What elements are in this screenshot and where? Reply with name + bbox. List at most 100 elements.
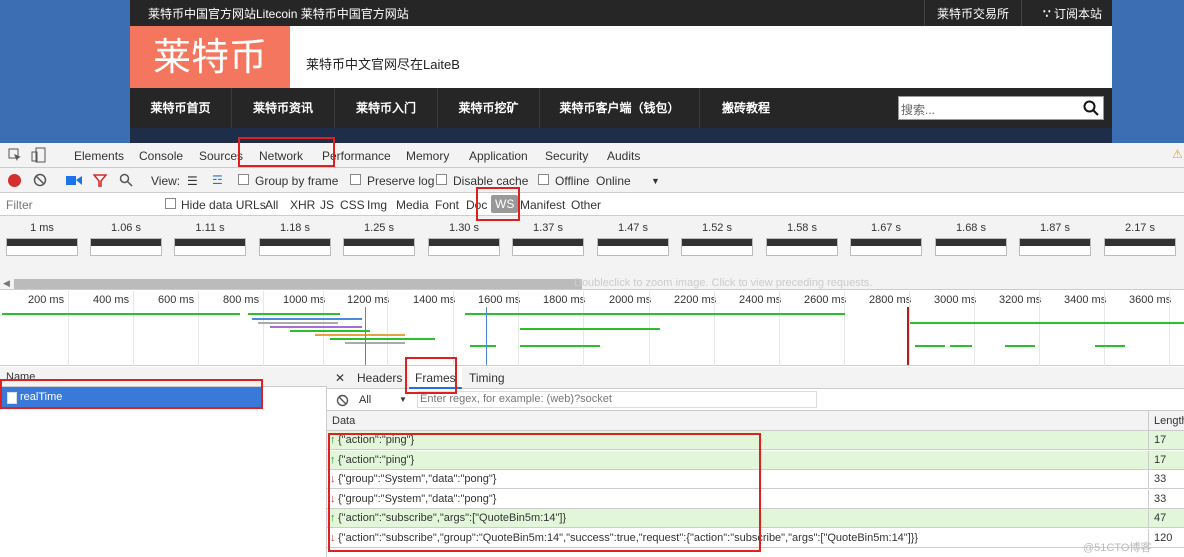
frame-length: 17	[1148, 431, 1184, 449]
filter-font[interactable]: Font	[435, 198, 459, 212]
nav-news[interactable]: 莱特币资讯	[232, 88, 335, 128]
filter-input[interactable]: Filter	[6, 198, 33, 212]
record-icon[interactable]	[8, 174, 21, 187]
nav-wallet[interactable]: 莱特币客户端（钱包）	[540, 88, 700, 128]
filter-img[interactable]: Img	[367, 198, 387, 212]
tab-sources[interactable]: Sources	[199, 149, 243, 163]
subscribe-link[interactable]: ∵ 订阅本站	[1043, 5, 1102, 22]
clear-frames-icon[interactable]	[336, 394, 349, 407]
filter-media[interactable]: Media	[396, 198, 429, 212]
group-by-frame-checkbox[interactable]	[238, 174, 249, 185]
chevron-down-icon[interactable]: ▼	[399, 395, 407, 404]
screenshot-thumb[interactable]: 1.47 s	[591, 216, 675, 256]
nav-mining[interactable]: 莱特币挖矿	[438, 88, 540, 128]
camera-icon[interactable]	[66, 175, 82, 186]
frames-table-header: Data Length	[327, 411, 1184, 431]
tab-console[interactable]: Console	[139, 149, 183, 163]
close-icon[interactable]: ✕	[335, 371, 345, 385]
screenshot-thumb[interactable]: 1.58 s	[760, 216, 844, 256]
site-topbar: 莱特币中国官方网站Litecoin 莱特币中国官方网站 莱特币交易所 ∵ 订阅本…	[130, 0, 1112, 26]
timeline-tick-label: 2400 ms	[739, 294, 782, 306]
timeline-bar	[270, 326, 362, 328]
waterfall-view-icon[interactable]: ☲	[212, 173, 223, 187]
filter-all[interactable]: All	[265, 198, 278, 212]
nav-intro[interactable]: 莱特币入门	[335, 88, 438, 128]
watermark: @51CTO博客	[1083, 542, 1152, 554]
tab-timing[interactable]: Timing	[469, 371, 505, 385]
timeline-gridline	[974, 291, 975, 366]
disable-cache-checkbox[interactable]	[436, 174, 447, 185]
tab-application[interactable]: Application	[469, 149, 528, 163]
view-label: View:	[151, 174, 181, 188]
data-column-header[interactable]: Data	[332, 415, 355, 427]
search-icon[interactable]	[119, 173, 133, 187]
timeline-gridline	[198, 291, 199, 366]
exchange-link[interactable]: 莱特币交易所	[923, 0, 1022, 26]
frame-length: 47	[1148, 509, 1184, 527]
clear-icon[interactable]	[33, 173, 47, 187]
tab-memory[interactable]: Memory	[406, 149, 449, 163]
tab-audits[interactable]: Audits	[607, 149, 640, 163]
network-overview-timeline[interactable]: 200 ms 400 ms 600 ms 800 ms 1000 ms 1200 ms 14…	[0, 291, 1184, 366]
scroll-left-icon[interactable]: ◀	[3, 278, 10, 289]
screenshot-thumb[interactable]: 1.67 s	[844, 216, 928, 256]
warning-icon[interactable]: ⚠	[1172, 147, 1183, 161]
timeline-gridline	[133, 291, 134, 366]
timeline-bar	[520, 345, 600, 347]
filter-manifest[interactable]: Manifest	[520, 198, 565, 212]
site-logo[interactable]: 莱特币	[130, 26, 290, 88]
screenshot-thumb[interactable]: 1 ms	[0, 216, 84, 256]
timeline-bar	[465, 313, 845, 315]
filter-xhr[interactable]: XHR	[290, 198, 315, 212]
filter-css[interactable]: CSS	[340, 198, 365, 212]
frames-regex-input[interactable]: Enter regex, for example: (web)?socket	[417, 391, 817, 408]
tab-security[interactable]: Security	[545, 149, 588, 163]
screenshot-thumb[interactable]: 1.37 s	[506, 216, 590, 256]
search-input[interactable]: 搜索...	[901, 101, 935, 118]
frame-length: 120	[1148, 528, 1184, 547]
dom-content-loaded-line	[486, 307, 487, 365]
highlight-network-tab	[238, 137, 335, 167]
timeline-gridline	[1039, 291, 1040, 366]
throttle-select[interactable]: Online	[596, 174, 631, 188]
screenshots-scrollbar[interactable]: ◀ Doubleclick to zoom image. Click to vi…	[0, 277, 1184, 290]
screenshot-thumb[interactable]: 1.68 s	[929, 216, 1013, 256]
preserve-log-checkbox[interactable]	[350, 174, 361, 185]
frames-type-select[interactable]: All	[359, 394, 371, 406]
screenshot-thumb[interactable]: 1.52 s	[675, 216, 759, 256]
nav-tutorial[interactable]: 搬砖教程	[700, 88, 792, 128]
frame-length: 17	[1148, 450, 1184, 469]
chevron-down-icon[interactable]: ▼	[651, 176, 660, 186]
list-view-icon[interactable]: ☰	[187, 174, 198, 188]
timeline-bar	[330, 338, 435, 340]
hide-data-urls-checkbox[interactable]	[165, 198, 176, 209]
device-toolbar-icon[interactable]	[31, 147, 47, 163]
filter-icon[interactable]	[93, 174, 107, 187]
hide-data-urls-label: Hide data URLs	[181, 198, 266, 212]
screenshot-thumb[interactable]: 1.06 s	[84, 216, 168, 256]
timeline-bar	[470, 345, 496, 347]
timeline-gridline	[453, 291, 454, 366]
rss-icon: ∵	[1043, 7, 1054, 21]
length-column-header[interactable]: Length	[1148, 411, 1184, 431]
screenshot-thumb[interactable]: 1.30 s	[422, 216, 506, 256]
filter-other[interactable]: Other	[571, 198, 601, 212]
site-slogan: 莱特币中文官网尽在LaiteB	[306, 57, 460, 72]
tab-elements[interactable]: Elements	[74, 149, 124, 163]
screenshots-strip: 1 ms 1.06 s 1.11 s 1.18 s 1.25 s 1.30 s …	[0, 216, 1184, 278]
nav-home[interactable]: 莱特币首页	[130, 88, 232, 128]
screenshot-thumb[interactable]: 1.18 s	[253, 216, 337, 256]
filter-js[interactable]: JS	[320, 198, 334, 212]
offline-checkbox[interactable]	[538, 174, 549, 185]
scrollbar-thumb[interactable]	[14, 279, 582, 289]
screenshot-thumb[interactable]: 1.87 s	[1013, 216, 1097, 256]
inspect-icon[interactable]	[8, 148, 22, 162]
site-search[interactable]: 搜索...	[898, 96, 1104, 120]
tab-headers[interactable]: Headers	[357, 371, 402, 385]
search-icon[interactable]	[1083, 100, 1099, 116]
screenshot-thumb[interactable]: 1.25 s	[337, 216, 421, 256]
screenshot-thumb[interactable]: 2.17 s	[1098, 216, 1182, 256]
timeline-gridline	[387, 291, 388, 366]
screenshot-thumb[interactable]: 1.11 s	[168, 216, 252, 256]
site-header: 莱特币 莱特币中文官网尽在LaiteB	[130, 26, 1112, 88]
